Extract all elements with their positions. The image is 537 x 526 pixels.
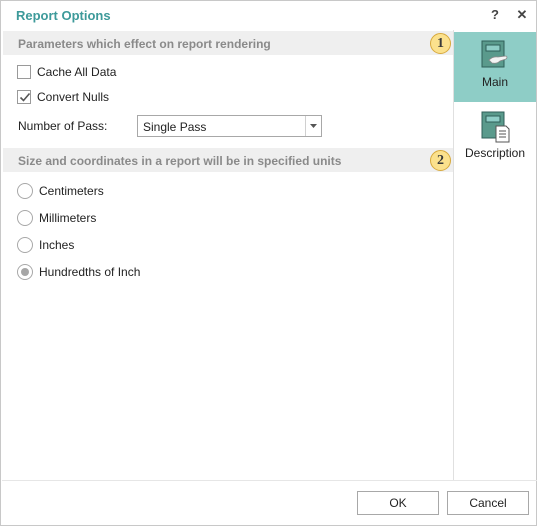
main-content: Parameters which effect on report render… — [2, 30, 453, 480]
unit-label: Inches — [39, 238, 75, 252]
unit-option-inches[interactable]: Inches — [17, 236, 74, 254]
chevron-down-icon — [310, 124, 317, 128]
section-header-rendering: Parameters which effect on report render… — [3, 31, 453, 55]
radio-selected-dot — [21, 268, 29, 276]
hundredths-of-inch-radio[interactable] — [17, 264, 33, 280]
cache-all-data-option[interactable]: Cache All Data — [17, 63, 116, 81]
step-badge: 2 — [430, 150, 451, 171]
ok-button[interactable]: OK — [357, 491, 439, 515]
checkmark-icon — [19, 92, 31, 102]
convert-nulls-option[interactable]: Convert Nulls — [17, 88, 109, 106]
section-header-units: Size and coordinates in a report will be… — [3, 148, 453, 172]
section-title: Size and coordinates in a report will be… — [18, 154, 342, 168]
number-of-pass-select[interactable]: Single Pass — [137, 115, 322, 137]
report-options-dialog: Report Options ? ✕ Parameters which effe… — [0, 0, 537, 526]
side-navigation: Main Description — [453, 30, 536, 480]
millimeters-radio[interactable] — [17, 210, 33, 226]
unit-label: Hundredths of Inch — [39, 265, 141, 279]
nav-label: Main — [481, 75, 508, 89]
unit-option-millimeters[interactable]: Millimeters — [17, 209, 96, 227]
nav-label: Description — [464, 146, 526, 160]
number-of-pass-label: Number of Pass: — [18, 119, 108, 133]
step-badge: 1 — [430, 33, 451, 54]
convert-nulls-checkbox[interactable] — [17, 90, 31, 104]
main-page-icon — [481, 40, 508, 68]
unit-label: Centimeters — [39, 184, 104, 198]
unit-option-centimeters[interactable]: Centimeters — [17, 182, 104, 200]
cancel-button[interactable]: Cancel — [447, 491, 529, 515]
dialog-footer: OK Cancel — [2, 480, 537, 526]
convert-nulls-label: Convert Nulls — [37, 90, 110, 104]
section-title: Parameters which effect on report render… — [18, 37, 271, 51]
nav-item-main[interactable]: Main — [454, 32, 536, 102]
cache-all-data-checkbox[interactable] — [17, 65, 31, 79]
unit-option-hundredths-of-inch[interactable]: Hundredths of Inch — [17, 263, 140, 281]
titlebar: Report Options ? ✕ — [1, 1, 536, 30]
inches-radio[interactable] — [17, 237, 33, 253]
unit-label: Millimeters — [39, 211, 97, 225]
number-of-pass-value: Single Pass — [143, 120, 207, 134]
cache-all-data-label: Cache All Data — [37, 65, 117, 79]
nav-item-description[interactable]: Description — [454, 103, 536, 173]
dialog-title: Report Options — [16, 8, 111, 23]
help-button[interactable]: ? — [487, 7, 503, 23]
dropdown-arrow[interactable] — [305, 116, 321, 136]
description-page-icon — [481, 111, 510, 143]
centimeters-radio[interactable] — [17, 183, 33, 199]
close-button[interactable]: ✕ — [514, 7, 530, 23]
